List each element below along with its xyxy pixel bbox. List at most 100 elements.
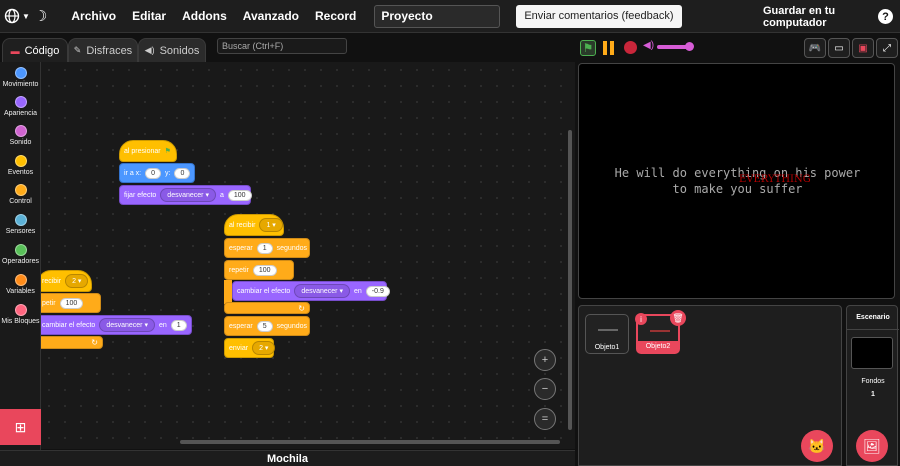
message-dropdown[interactable]: 2 ▾ [252,341,276,355]
effect-dropdown[interactable]: desvanecer ▾ [294,284,350,298]
repeat-block-arm [224,280,232,304]
change-effect-block[interactable]: cambiar el efecto desvanecer ▾ en 1 [41,315,192,335]
category-looks[interactable]: Apariencia [0,96,41,117]
menu-file[interactable]: Archivo [63,0,124,33]
stage-canvas[interactable]: He will do everything on his power to ma… [578,63,895,299]
wait-block[interactable]: esperar 5 segundos [224,316,310,336]
stage-label: Escenario [856,314,890,321]
tab-sounds-label: Sonidos [159,44,200,57]
repeat-block[interactable]: petir 100 [41,293,101,313]
menu-record[interactable]: Record [307,0,364,33]
category-label: Eventos [7,169,34,176]
feedback-button[interactable]: Enviar comentarios (feedback) [516,4,682,28]
menu-advanced[interactable]: Avanzado [235,0,307,33]
when-receive-block[interactable]: recibir 2 ▾ [41,270,92,292]
category-sound[interactable]: Sonido [0,125,41,146]
add-sprite-button[interactable]: 🐱 [801,430,833,462]
zoom-in-icon: + [541,354,549,366]
repeat-block-end: ↻ [224,302,310,314]
stage-overlay-text: EVERYTHING [739,174,811,185]
fullscreen-icon: ⤢ [883,42,891,54]
info-icon[interactable]: i [635,313,647,325]
zoom-reset-icon: = [541,413,549,425]
code-workspace[interactable]: al presionar ⚑ ir a x: 0 y: 0 fijar efec… [41,62,575,449]
backdrop-thumbnail[interactable] [851,337,893,369]
category-sensing[interactable]: Sensores [0,214,41,235]
large-stage-button[interactable]: ▣ [852,38,874,58]
add-extension-button[interactable]: ⊞ [0,409,41,445]
block-label: y: [165,169,171,177]
block-label: segundos [276,244,307,252]
add-backdrop-button[interactable]: 🖼 [856,430,888,462]
message-dropdown[interactable]: 1 ▾ [259,218,283,232]
divider [847,329,899,330]
language-menu[interactable]: ▼ [4,8,30,24]
tab-code[interactable]: ▬ Código [2,38,68,62]
tab-code-label: Código [24,44,60,57]
stop-button[interactable] [624,41,637,54]
category-my-blocks[interactable]: Mis Bloques [0,304,41,325]
sprite-objeto2[interactable]: Objeto2 i 🗑 [635,310,686,354]
block-label: repetir [229,266,249,274]
search-input[interactable]: Buscar (Ctrl+F) [217,38,347,54]
zoom-out-button[interactable]: − [534,378,556,400]
wait-block[interactable]: esperar 1 segundos [224,238,310,258]
theme-moon-icon[interactable]: ☽ [34,7,47,25]
broadcast-block[interactable]: enviar 2 ▾ [224,338,276,358]
stage-text-line2: to make you suffer [672,182,803,196]
repeat-count-input[interactable]: 100 [252,264,277,276]
fullscreen-button[interactable]: ⤢ [876,38,898,58]
category-control[interactable]: Control [0,184,41,205]
zoom-out-icon: − [541,383,549,395]
stage-backdrop-pane[interactable]: Escenario Fondos 1 🖼 [846,305,899,466]
speaker-icon: ◀) [144,45,155,55]
zoom-in-button[interactable]: + [534,349,556,371]
project-title-input[interactable]: Proyecto [374,4,501,28]
my-blocks-icon [14,304,27,316]
y-input[interactable]: 0 [174,167,191,179]
when-receive-block[interactable]: al recibir 1 ▾ [224,214,284,236]
horizontal-scrollbar[interactable] [180,440,560,444]
message-dropdown[interactable]: 2 ▾ [65,274,89,288]
seconds-input[interactable]: 1 [256,242,273,254]
pause-button[interactable] [603,41,615,55]
effect-dropdown[interactable]: desvanecer ▾ [160,188,216,202]
help-icon[interactable]: ? [878,9,893,24]
category-motion[interactable]: Movimiento [0,67,41,88]
repeat-count-input[interactable]: 100 [59,297,84,309]
effect-dropdown[interactable]: desvanecer ▾ [99,318,155,332]
repeat-block[interactable]: repetir 100 [224,260,294,280]
delete-sprite-button[interactable]: 🗑 [670,310,686,326]
menu-edit[interactable]: Editar [124,0,174,33]
backpack-bar[interactable]: Mochila [0,450,575,466]
change-value-input[interactable]: -0.9 [365,285,390,297]
seconds-input[interactable]: 5 [256,320,273,332]
value-input[interactable]: 100 [227,189,252,201]
change-value-input[interactable]: 1 [170,319,187,331]
x-input[interactable]: 0 [145,167,162,179]
set-effect-block[interactable]: fijar efecto desvanecer ▾ a 100 [119,185,252,205]
sprite-thumbnail [650,330,670,332]
volume-slider-handle[interactable] [685,42,694,51]
small-stage-button[interactable]: ▭ [828,38,850,58]
tab-sounds[interactable]: ◀) Sonidos [138,38,206,62]
sprite-objeto1[interactable]: Objeto1 [585,314,629,354]
loop-arrow-icon: ↻ [298,303,305,313]
tab-costumes[interactable]: ✎ Disfraces [68,38,138,62]
zoom-reset-button[interactable]: = [534,408,556,430]
menu-addons[interactable]: Addons [174,0,235,33]
green-flag-button[interactable]: ⚑ [580,40,596,56]
goto-xy-block[interactable]: ir a x: 0 y: 0 [119,163,195,183]
volume-icon: ◀) [643,40,655,51]
category-label: Control [9,198,32,205]
category-label: Variables [6,288,35,295]
dropdown-value: 2 [72,278,76,285]
vertical-scrollbar[interactable] [568,130,572,430]
category-events[interactable]: Eventos [0,155,41,176]
category-operators[interactable]: Operadores [0,244,41,265]
change-effect-block[interactable]: cambiar el efecto desvanecer ▾ en -0.9 [232,281,390,301]
when-flag-clicked-block[interactable]: al presionar ⚑ [119,140,177,162]
gamepad-button[interactable]: 🎮 [804,38,826,58]
category-variables[interactable]: Variables [0,274,41,295]
block-label: cambiar el efecto [42,321,96,329]
